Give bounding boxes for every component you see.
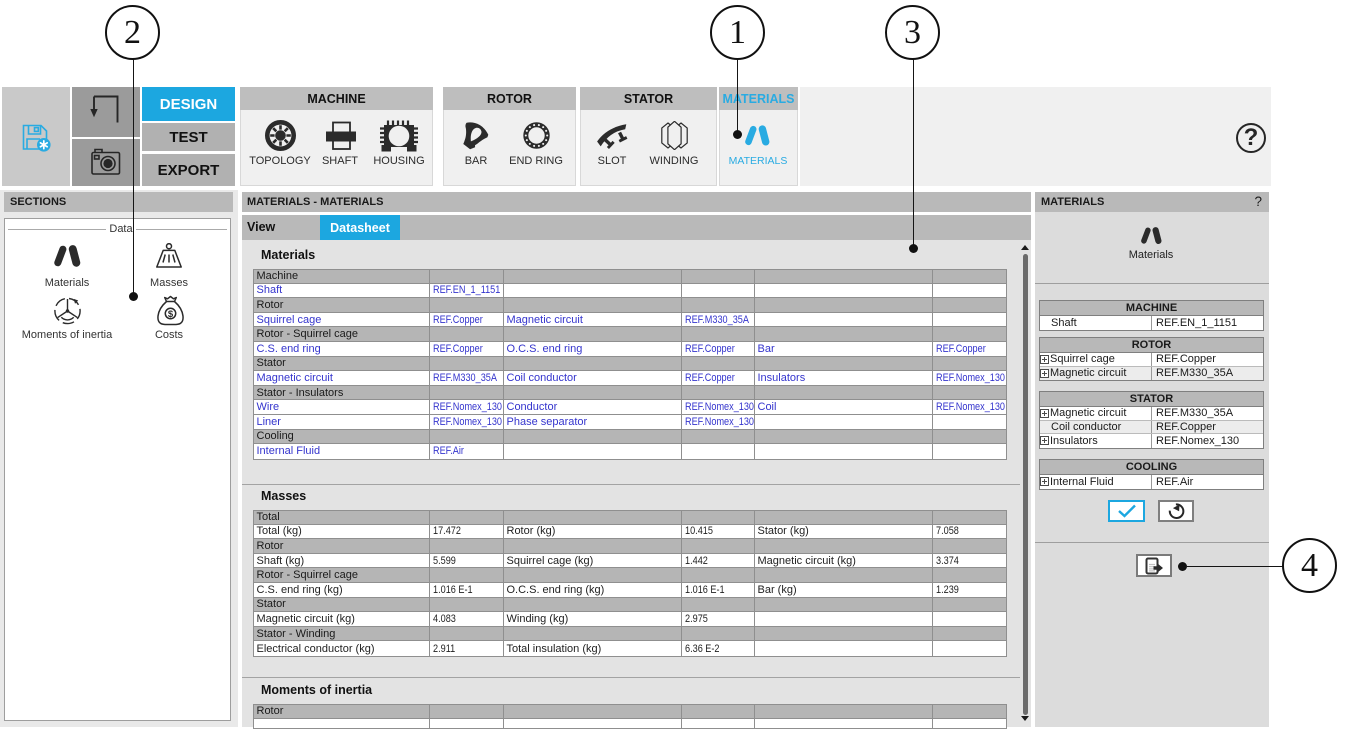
svg-text:$: $ bbox=[168, 309, 174, 320]
